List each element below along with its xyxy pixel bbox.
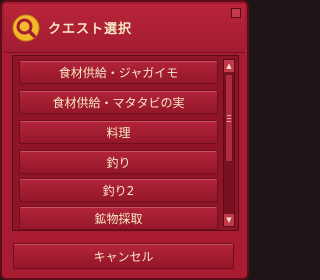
quest-list: 食材供給・ジャガイモ 食材供給・マタタビの実 料理 釣り 釣り2 鉱物採取 ▲ … (12, 55, 239, 231)
list-scrollbar[interactable]: ▲ ▼ (223, 59, 235, 227)
close-button[interactable] (231, 8, 241, 18)
title-bar[interactable]: クエスト選択 (4, 4, 245, 53)
search-icon (12, 14, 40, 42)
chevron-up-icon[interactable]: ▲ (224, 60, 234, 72)
quest-item-cooking[interactable]: 料理 (19, 120, 218, 144)
window-title: クエスト選択 (48, 22, 133, 37)
quest-item-potato[interactable]: 食材供給・ジャガイモ (19, 60, 218, 84)
scroll-thumb[interactable] (225, 74, 233, 162)
thumb-grip-line (227, 115, 231, 116)
quest-item-fishing-2[interactable]: 釣り2 (19, 178, 218, 202)
thumb-grip-line (227, 121, 231, 122)
quest-item-silvervine[interactable]: 食材供給・マタタビの実 (19, 90, 218, 114)
thumb-grip-line (227, 118, 231, 119)
cancel-button[interactable]: キャンセル (13, 243, 234, 269)
chevron-down-icon[interactable]: ▼ (224, 214, 234, 226)
quest-item-mining[interactable]: 鉱物採取 (19, 206, 218, 230)
quest-select-window: クエスト選択 食材供給・ジャガイモ 食材供給・マタタビの実 料理 釣り 釣り2 … (0, 0, 249, 280)
quest-item-fishing[interactable]: 釣り (19, 150, 218, 174)
